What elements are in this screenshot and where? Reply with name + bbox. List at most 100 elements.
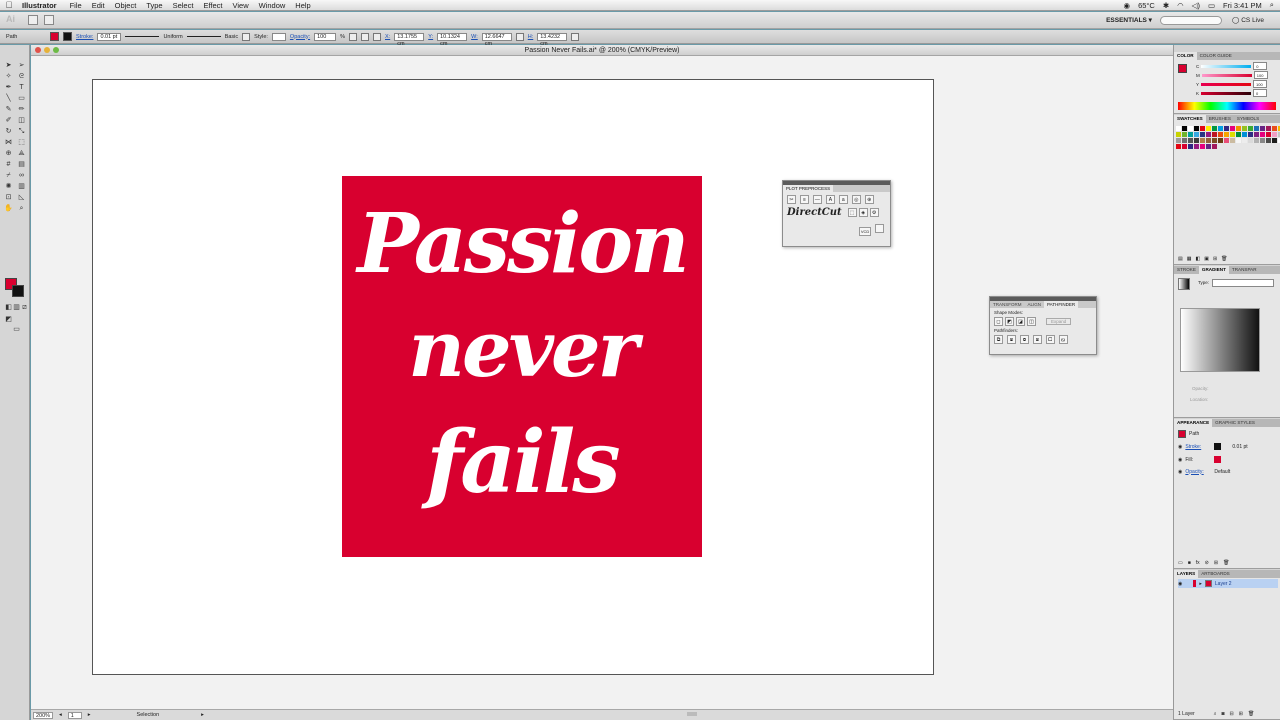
cyan-track[interactable]	[1201, 64, 1252, 68]
menu-file[interactable]: File	[65, 1, 87, 10]
swatch[interactable]	[1236, 138, 1241, 143]
swatch[interactable]	[1236, 132, 1241, 137]
tab-graphic-styles[interactable]: GRAPHIC STYLES	[1212, 419, 1258, 427]
pencil-tool-icon[interactable]: ✏	[16, 105, 27, 114]
appearance-fill-row[interactable]: ◉ Fill:	[1178, 455, 1278, 464]
swatch[interactable]	[1242, 126, 1247, 131]
plot-mark-icon[interactable]: ◈	[858, 208, 868, 217]
symbol-sprayer-tool-icon[interactable]: ✺	[3, 182, 14, 191]
merge-icon[interactable]: ⧇	[1019, 335, 1029, 344]
artboard-number-field[interactable]: 1	[67, 711, 82, 719]
clock[interactable]: Fri 3:41 PM	[1223, 1, 1262, 10]
tab-gradient[interactable]: GRADIENT	[1198, 266, 1229, 274]
magenta-value[interactable]: 100	[1253, 71, 1268, 79]
black-slider[interactable]: K 0	[1196, 89, 1278, 97]
arrange-documents-icon[interactable]	[44, 15, 54, 25]
swatch[interactable]	[1188, 144, 1193, 149]
swatch[interactable]	[1248, 138, 1253, 143]
layer-name[interactable]: Layer 2	[1215, 581, 1232, 587]
swatch[interactable]	[1272, 126, 1277, 131]
plot-settings-icon[interactable]: ⚙	[869, 208, 879, 217]
perspective-grid-tool-icon[interactable]: ⟁	[16, 149, 27, 158]
brush-definition[interactable]	[186, 36, 221, 37]
column-graph-tool-icon[interactable]: ▥	[16, 182, 27, 191]
tab-artboards[interactable]: ARTBOARDS	[1198, 570, 1233, 578]
swatch[interactable]	[1188, 138, 1193, 143]
plot-register-icon[interactable]: ⬚	[847, 208, 857, 217]
minus-back-icon[interactable]: ⧅	[1058, 335, 1068, 344]
direct-selection-tool-icon[interactable]: ➢	[16, 61, 27, 70]
swatch[interactable]	[1218, 132, 1223, 137]
plot-vcd-button[interactable]: VCD	[859, 227, 872, 236]
new-color-group-icon[interactable]: ▣	[1204, 256, 1209, 262]
yellow-slider[interactable]: Y 100	[1196, 80, 1278, 88]
fill-swatch-control[interactable]	[50, 32, 59, 41]
tab-transparency[interactable]: TRANSPAR	[1229, 266, 1260, 274]
horizontal-scroll-thumb[interactable]	[687, 712, 697, 716]
hand-tool-icon[interactable]: ✋	[3, 204, 14, 213]
visibility-eye-icon[interactable]: ◉	[1178, 457, 1182, 463]
crop-icon[interactable]: ⧆	[1032, 335, 1042, 344]
wifi-icon[interactable]: ◠	[1177, 1, 1184, 10]
app-menu[interactable]: Illustrator	[18, 1, 65, 10]
tab-layers[interactable]: LAYERS	[1174, 570, 1199, 578]
variable-width-profile[interactable]	[125, 36, 160, 37]
plot-send-icon[interactable]: ⊕	[864, 195, 874, 204]
swatch[interactable]	[1248, 126, 1253, 131]
magenta-slider[interactable]: M 100	[1196, 71, 1278, 79]
gradient-ramp[interactable]	[1180, 308, 1260, 372]
tab-appearance[interactable]: APPEARANCE	[1174, 419, 1213, 427]
show-swatch-kinds-icon[interactable]: ▦	[1187, 256, 1192, 262]
swatch[interactable]	[1230, 132, 1235, 137]
zoom-window-button[interactable]	[53, 47, 59, 53]
artboard-tool-icon[interactable]: ⊡	[3, 193, 14, 202]
swatch[interactable]	[1272, 132, 1277, 137]
swatch[interactable]	[1212, 126, 1217, 131]
swatch[interactable]	[1206, 132, 1211, 137]
menu-edit[interactable]: Edit	[87, 1, 110, 10]
appearance-stroke-swatch[interactable]	[1214, 443, 1222, 450]
eyedropper-tool-icon[interactable]: ⌿	[3, 171, 14, 180]
swatch[interactable]	[1224, 126, 1229, 131]
swatch[interactable]	[1230, 126, 1235, 131]
artwork-red-square[interactable]: Passion never fails	[342, 176, 702, 557]
magenta-track[interactable]	[1201, 73, 1252, 77]
swatch-none[interactable]	[1176, 126, 1181, 131]
stroke-weight-field[interactable]: 0.01 pt	[97, 32, 122, 41]
swatch[interactable]	[1266, 126, 1271, 131]
gradient-tool-icon[interactable]: ▤	[16, 160, 27, 169]
tab-swatches[interactable]: SWATCHES	[1174, 115, 1206, 123]
delete-swatch-icon[interactable]: 🗑	[1221, 256, 1227, 262]
y-position-field[interactable]: 10.1324 cm	[437, 32, 468, 47]
swatch[interactable]	[1248, 132, 1253, 137]
swatch[interactable]	[1260, 138, 1265, 143]
cs-live-button[interactable]: ◯ CS Live	[1232, 16, 1264, 25]
none-mode-icon[interactable]: ⧄	[19, 303, 30, 312]
plot-line-icon[interactable]: —	[812, 195, 822, 204]
swatch[interactable]	[1182, 138, 1187, 143]
sync-icon[interactable]: ◉	[1124, 1, 1131, 10]
swatch[interactable]	[1206, 144, 1211, 149]
tab-pathfinder[interactable]: PATHFINDER	[1044, 301, 1079, 308]
screen-mode-icon[interactable]: ▭	[11, 325, 22, 334]
tab-brushes[interactable]: BRUSHES	[1206, 115, 1234, 123]
swatch[interactable]	[1194, 126, 1199, 131]
unite-icon[interactable]: ◻	[994, 317, 1003, 326]
align-options-button[interactable]	[361, 32, 369, 41]
plot-weed-icon[interactable]: ◎	[851, 195, 861, 204]
battery-icon[interactable]: ▭	[1208, 1, 1215, 10]
draw-mode-icon[interactable]: ◩	[3, 315, 14, 324]
stroke-panel-link[interactable]: Stroke:	[76, 34, 93, 40]
swatch[interactable]	[1176, 138, 1181, 143]
width-field[interactable]: 12.6647 cm	[481, 32, 512, 47]
tab-plot-preprocess[interactable]: PLOT PREPROCESS	[783, 185, 834, 192]
swatch[interactable]	[1254, 138, 1259, 143]
appearance-object-row[interactable]: Path	[1178, 429, 1278, 438]
status-menu-icon[interactable]: ▸	[201, 712, 204, 718]
tab-symbols[interactable]: SYMBOLS	[1234, 115, 1262, 123]
selection-tool-icon[interactable]: ➤	[3, 61, 14, 70]
swatch[interactable]	[1224, 132, 1229, 137]
appearance-stroke-row[interactable]: ◉ Stroke: 0.01 pt	[1178, 442, 1278, 451]
new-layer-icon[interactable]: ⊞	[1239, 711, 1243, 717]
zoom-tool-icon[interactable]: ⌕	[16, 204, 27, 213]
